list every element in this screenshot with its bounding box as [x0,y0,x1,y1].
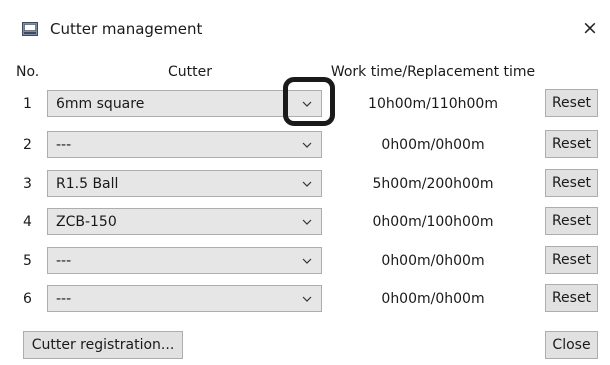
table-row: 3 R1.5 Ball 5h00m/200h00m Reset [0,166,610,202]
cutter-select-value: --- [56,291,72,307]
cutter-select[interactable]: --- [47,285,322,312]
chevron-down-icon [302,181,312,187]
work-time-value: 10h00m/110h00m [368,96,498,112]
cutter-select[interactable]: ZCB-150 [47,208,322,235]
row-number: 2 [23,137,32,153]
work-time-value: 0h00m/0h00m [381,253,485,269]
row-number: 3 [23,176,32,192]
chevron-down-icon [302,296,312,302]
cutter-select[interactable]: --- [47,131,322,158]
table-row: 2 --- 0h00m/0h00m Reset [0,127,610,163]
row-number: 6 [23,291,32,307]
table-row: 5 --- 0h00m/0h00m Reset [0,243,610,279]
chevron-down-icon [302,258,312,264]
column-header-time: Work time/Replacement time [330,64,536,80]
row-number: 1 [23,96,32,112]
title-bar: Cutter management × [0,0,610,52]
reset-button[interactable]: Reset [545,207,598,235]
chevron-down-icon [302,142,312,148]
monitor-icon [22,22,38,36]
reset-button[interactable]: Reset [545,130,598,158]
reset-button[interactable]: Reset [545,169,598,197]
row-number: 4 [23,214,32,230]
work-time-value: 0h00m/0h00m [381,137,485,153]
cutter-select[interactable]: --- [47,247,322,274]
cutter-select-value: ZCB-150 [56,214,117,230]
column-header-no: No. [16,64,40,80]
cutter-select-value: --- [56,253,72,269]
close-button[interactable]: Close [545,331,598,359]
work-time-value: 0h00m/100h00m [372,214,494,230]
reset-button[interactable]: Reset [545,246,598,274]
cutter-management-dialog: Cutter management × No. Cutter Work time… [0,0,610,365]
work-time-value: 5h00m/200h00m [372,176,494,192]
close-icon[interactable]: × [576,14,604,42]
cutter-select-value: R1.5 Ball [56,176,119,192]
cutter-select[interactable]: 6mm square [47,90,322,117]
cutter-select-value: 6mm square [56,96,145,112]
table-row: 4 ZCB-150 0h00m/100h00m Reset [0,204,610,240]
cutter-select-value: --- [56,137,72,153]
cutter-registration-button[interactable]: Cutter registration... [23,331,183,359]
dropdown-highlight-callout [283,77,335,126]
window-title: Cutter management [50,20,203,38]
chevron-down-icon [302,219,312,225]
cutter-select[interactable]: R1.5 Ball [47,170,322,197]
work-time-value: 0h00m/0h00m [381,291,485,307]
row-number: 5 [23,253,32,269]
reset-button[interactable]: Reset [545,89,598,117]
table-row: 6 --- 0h00m/0h00m Reset [0,281,610,317]
reset-button[interactable]: Reset [545,284,598,312]
